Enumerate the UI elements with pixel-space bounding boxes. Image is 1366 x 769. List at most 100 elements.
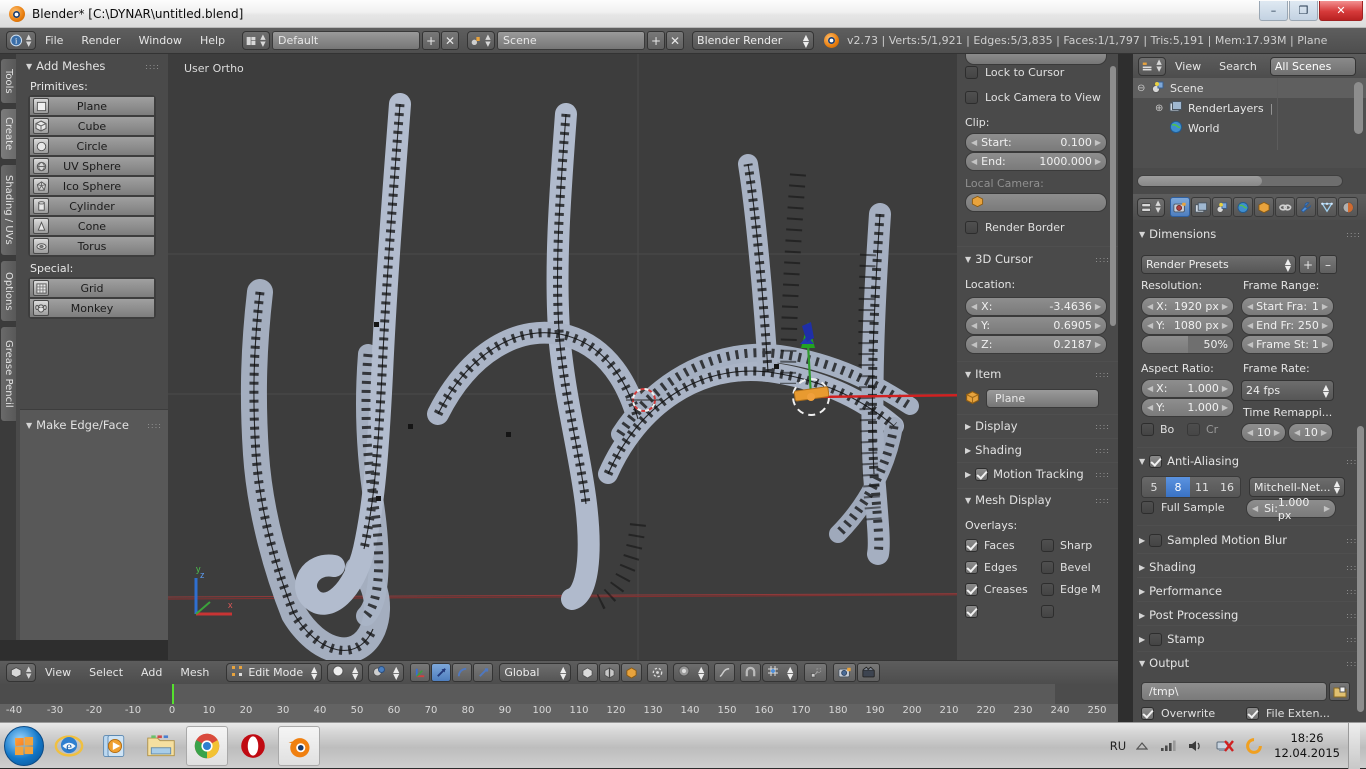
screen-layout-field[interactable]: Default xyxy=(272,31,421,50)
right-arrow-icon[interactable]: ▶ xyxy=(1095,302,1101,311)
outliner-menu-view[interactable]: View xyxy=(1166,60,1210,73)
minimize-button[interactable]: – xyxy=(1259,1,1288,21)
left-arrow-icon[interactable]: ◀ xyxy=(971,321,977,330)
properties-editor-icon[interactable]: ▲ ▼ xyxy=(1137,197,1165,217)
right-arrow-icon[interactable]: ▶ xyxy=(1095,138,1101,147)
info-editor-icon[interactable]: i ▲ ▼ xyxy=(6,31,36,50)
vertex-select-icon[interactable] xyxy=(577,663,599,682)
frame-end-field[interactable]: ◀ End Fr: 250 ▶ xyxy=(1241,316,1334,335)
file-extensions-row[interactable]: File Exten... xyxy=(1246,707,1330,720)
scene-icon[interactable]: ▲ ▼ xyxy=(467,31,496,50)
3d-view-editor-icon[interactable]: ▲ ▼ xyxy=(6,663,36,682)
aspect-x-field[interactable]: ◀ X: 1.000 ▶ xyxy=(1141,379,1234,398)
transform-orientation-select[interactable]: Global ▲ ▼ xyxy=(499,663,572,682)
render-presets-select[interactable]: Render Presets ▲ ▼ xyxy=(1141,255,1296,274)
cursor-x-field[interactable]: ◀ X: -3.4636 ▶ xyxy=(965,297,1107,316)
right-arrow-icon[interactable]: ▶ xyxy=(1322,321,1328,330)
creases-checkbox[interactable] xyxy=(965,583,978,596)
overlay-extra-row-1[interactable] xyxy=(965,605,978,618)
overlay-faces-row[interactable]: Faces xyxy=(965,539,1015,552)
expand-icon[interactable]: ⊕ xyxy=(1155,103,1169,114)
npanel-scrollbar[interactable] xyxy=(1110,66,1116,326)
overlay-sharp-row[interactable]: Sharp xyxy=(1041,539,1092,552)
world-tab[interactable] xyxy=(1233,197,1253,217)
right-arrow-icon[interactable]: ▶ xyxy=(1222,321,1228,330)
resolution-percentage-slider[interactable]: 50% xyxy=(1141,335,1234,354)
outliner-scrollbar-horizontal[interactable] xyxy=(1137,175,1343,187)
cursor-z-field[interactable]: ◀ Z: 0.2187 ▶ xyxy=(965,335,1107,354)
menu-file[interactable]: File xyxy=(36,34,72,47)
local-camera-field[interactable] xyxy=(965,193,1107,212)
stamp-panel-header[interactable]: ▶ Stamp :::: xyxy=(1139,629,1361,649)
aa-samples-8[interactable]: 8 xyxy=(1166,477,1190,497)
maximize-button[interactable]: ❐ xyxy=(1289,1,1318,21)
aa-size-field[interactable]: ◀ Si: 1.000 px ▶ xyxy=(1246,496,1336,522)
add-grid-button[interactable]: Grid xyxy=(29,278,155,298)
aspect-y-field[interactable]: ◀ Y: 1.000 ▶ xyxy=(1141,398,1234,417)
time-remap-new-field[interactable]: ◀ 10 ▶ xyxy=(1288,423,1333,442)
frame-start-field[interactable]: ◀ Start Fra: 1 ▶ xyxy=(1241,297,1334,316)
anti-aliasing-checkbox[interactable] xyxy=(1149,454,1163,468)
dimensions-panel-header[interactable]: ▼ Dimensions :::: xyxy=(1139,224,1361,244)
left-arrow-icon[interactable]: ◀ xyxy=(971,157,977,166)
properties-scrollbar[interactable] xyxy=(1357,426,1364,712)
outliner-tree[interactable]: ⊖ Scene ⊕ RenderLayers | World xyxy=(1133,78,1366,168)
output-panel-header[interactable]: ▼ Output :::: xyxy=(1139,653,1361,673)
network-error-icon[interactable] xyxy=(1216,738,1235,753)
outliner-editor-icon[interactable]: ▲ ▼ xyxy=(1138,56,1166,76)
pivot-point-icon[interactable] xyxy=(804,663,828,682)
opera-icon[interactable] xyxy=(232,726,274,766)
folder-icon[interactable] xyxy=(1329,682,1350,701)
timeline-editor[interactable]: -40 -30 -20 -10 0 10 20 30 40 50 60 70 8… xyxy=(0,684,1118,724)
add-cone-button[interactable]: Cone xyxy=(29,216,155,236)
update-icon[interactable] xyxy=(1246,737,1263,754)
crop-checkbox[interactable] xyxy=(1187,423,1200,436)
faces-checkbox[interactable] xyxy=(965,539,978,552)
edge-select-icon[interactable] xyxy=(599,663,621,682)
right-arrow-icon[interactable]: ▶ xyxy=(1095,321,1101,330)
render-animation-icon[interactable] xyxy=(857,663,881,682)
left-arrow-icon[interactable]: ◀ xyxy=(971,302,977,311)
scene-field[interactable]: Scene xyxy=(497,31,646,50)
outliner-display-mode-select[interactable]: All Scenes xyxy=(1269,56,1356,76)
left-arrow-icon[interactable]: ◀ xyxy=(1247,340,1253,349)
overlay-creases-row[interactable]: Creases xyxy=(965,583,1028,596)
left-arrow-icon[interactable]: ◀ xyxy=(1147,302,1153,311)
overlay-edges-row[interactable]: Edges xyxy=(965,561,1017,574)
snap-magnet-icon[interactable] xyxy=(740,663,762,682)
right-arrow-icon[interactable]: ▶ xyxy=(1095,340,1101,349)
aa-samples-5[interactable]: 5 xyxy=(1142,477,1166,497)
cursor-y-field[interactable]: ◀ Y: 0.6905 ▶ xyxy=(965,316,1107,335)
render-border-row[interactable]: Render Border xyxy=(965,221,1110,234)
tool-tab-options[interactable]: Options xyxy=(0,260,16,322)
full-sample-checkbox[interactable] xyxy=(1141,501,1154,514)
left-arrow-icon[interactable]: ◀ xyxy=(1147,321,1153,330)
item-name-field[interactable]: Plane xyxy=(986,389,1099,408)
render-image-icon[interactable] xyxy=(833,663,857,682)
add-preset-button[interactable]: + xyxy=(1299,255,1317,274)
resolution-x-field[interactable]: ◀ X: 1920 px ▶ xyxy=(1141,297,1234,316)
performance-panel-header[interactable]: ▶ Performance :::: xyxy=(1139,581,1361,601)
material-tab[interactable] xyxy=(1338,197,1358,217)
overlay-extra-checkbox-2[interactable] xyxy=(1041,605,1054,618)
frame-rate-select[interactable]: 24 fps ▲ ▼ xyxy=(1241,380,1334,401)
chevron-updown-icon[interactable]: ▲▼ xyxy=(485,33,491,48)
left-arrow-icon[interactable]: ◀ xyxy=(1247,428,1253,437)
left-arrow-icon[interactable]: ◀ xyxy=(1247,321,1253,330)
internet-explorer-icon[interactable]: e xyxy=(48,726,90,766)
anti-aliasing-panel-header[interactable]: ▼ Anti-Aliasing :::: xyxy=(1139,451,1361,471)
chrome-icon[interactable] xyxy=(186,725,228,766)
right-arrow-icon[interactable]: ▶ xyxy=(1222,384,1228,393)
resolution-y-field[interactable]: ◀ Y: 1080 px ▶ xyxy=(1141,316,1234,335)
language-indicator[interactable]: RU xyxy=(1110,739,1126,753)
left-arrow-icon[interactable]: ◀ xyxy=(1252,504,1258,513)
lock-to-cursor-checkbox[interactable] xyxy=(965,66,978,79)
overlay-bevel-row[interactable]: Bevel xyxy=(1041,561,1091,574)
frame-step-field[interactable]: ◀ Frame St: 1 ▶ xyxy=(1241,335,1334,354)
timeline-scrub-area[interactable] xyxy=(0,684,1118,704)
full-sample-row[interactable]: Full Sample xyxy=(1141,501,1225,514)
render-layers-tab[interactable] xyxy=(1191,197,1211,217)
scale-manipulator-icon[interactable] xyxy=(473,663,494,682)
crop-row[interactable]: Cr xyxy=(1187,423,1218,436)
delete-layout-button[interactable]: ✕ xyxy=(441,31,460,50)
